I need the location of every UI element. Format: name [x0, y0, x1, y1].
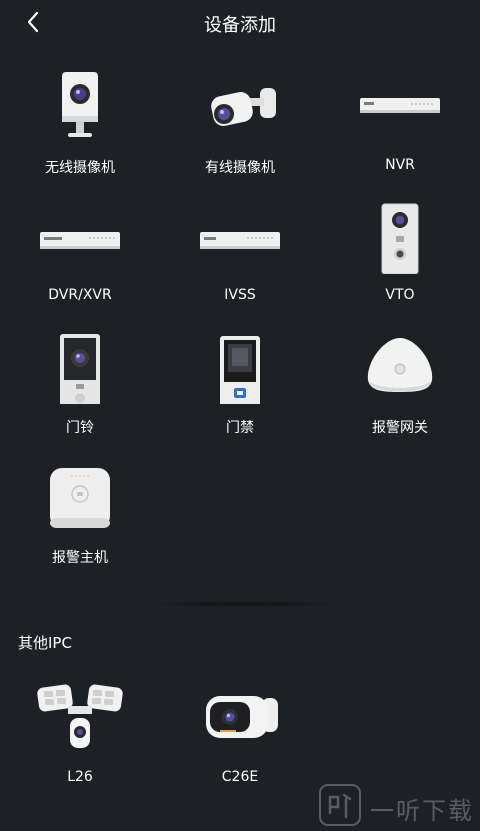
alarm-gateway-icon: [350, 324, 450, 404]
page-title: 设备添加: [204, 15, 276, 36]
device-label: 门铃: [66, 420, 94, 436]
section-title: 其他IPC: [18, 634, 72, 652]
device-label: 报警网关: [372, 420, 428, 436]
device-label: IVSS: [224, 287, 256, 303]
watermark-logo-icon: [319, 784, 361, 826]
device-tile-alarm-host[interactable]: 报警主机: [0, 450, 160, 570]
watermark: 一听下载: [318, 783, 478, 827]
device-label: 无线摄像机: [45, 160, 115, 176]
vto-icon: [350, 194, 450, 275]
watermark-text: 一听下载: [370, 797, 474, 825]
wireless-camera-icon: [30, 64, 130, 144]
device-tile-ivss[interactable]: IVSS: [160, 190, 320, 310]
device-label: VTO: [385, 287, 415, 303]
device-tile-alarm-gateway[interactable]: 报警网关: [320, 320, 480, 440]
device-label: 有线摄像机: [205, 160, 275, 176]
device-label: 报警主机: [52, 550, 108, 566]
device-tile-access-control[interactable]: 门禁: [160, 320, 320, 440]
wired-camera-icon: [190, 64, 290, 144]
nvr-icon: [350, 64, 450, 144]
top-bar: 设备添加: [0, 0, 480, 44]
device-tile-dvr-xvr[interactable]: DVR/XVR: [0, 190, 160, 310]
alarm-host-icon: [30, 454, 130, 534]
access-control-icon: [190, 324, 290, 410]
c26e-camera-icon: [190, 676, 290, 756]
ivss-icon: [190, 194, 290, 274]
device-label: DVR/XVR: [48, 287, 112, 303]
floodlight-camera-icon: [30, 676, 130, 756]
device-tile-nvr[interactable]: NVR: [320, 60, 480, 180]
device-tile-l26[interactable]: L26: [0, 672, 160, 792]
device-tile-wired-camera[interactable]: 有线摄像机: [160, 60, 320, 180]
device-tile-doorbell[interactable]: 门铃: [0, 320, 160, 440]
doorbell-icon: [30, 324, 130, 410]
dvr-icon: [30, 194, 130, 274]
device-tile-vto[interactable]: VTO: [320, 190, 480, 310]
device-label: NVR: [385, 157, 415, 173]
device-label: L26: [67, 769, 93, 785]
section-divider: [150, 601, 340, 607]
device-label: C26E: [221, 769, 259, 785]
device-label: 门禁: [226, 420, 254, 436]
device-tile-wireless-camera[interactable]: 无线摄像机: [0, 60, 160, 180]
device-tile-c26e[interactable]: C26E: [160, 672, 320, 792]
